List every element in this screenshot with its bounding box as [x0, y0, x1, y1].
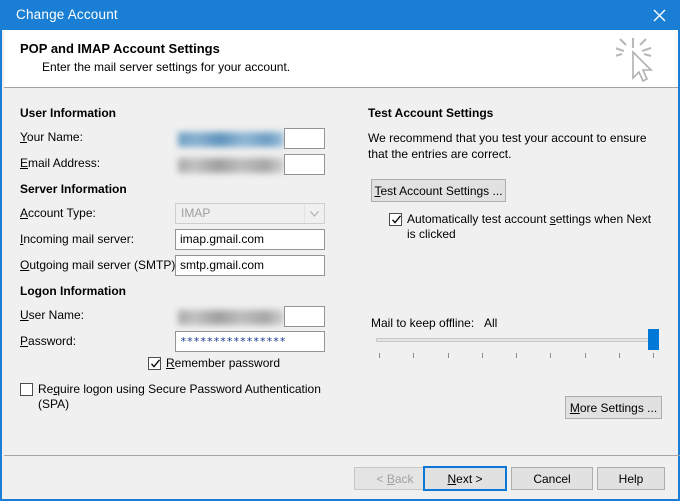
help-button[interactable]: Help	[597, 467, 665, 490]
label-auto-test[interactable]: Automatically test account settings when…	[407, 212, 657, 242]
slider-tick	[550, 353, 552, 358]
section-user-information: User Information	[20, 106, 117, 120]
test-account-settings-label: Test Account Settings ...	[374, 183, 503, 198]
slider-tick	[618, 353, 620, 358]
incoming-mail-server-input[interactable]: imap.gmail.com	[175, 229, 325, 250]
section-test-account-settings: Test Account Settings	[368, 106, 494, 120]
page-title: POP and IMAP Account Settings	[20, 41, 220, 56]
window-title: Change Account	[16, 7, 118, 22]
email-address-input[interactable]	[284, 154, 325, 175]
user-name-input[interactable]	[284, 306, 325, 327]
user-name-redaction	[178, 310, 284, 325]
label-incoming-mail-server: Incoming mail server:	[20, 232, 135, 246]
offline-slider-track[interactable]	[376, 338, 656, 342]
label-require-spa[interactable]: Require logon using Secure Password Auth…	[38, 382, 328, 412]
close-icon	[653, 9, 666, 22]
account-type-value: IMAP	[181, 206, 211, 220]
label-remember-password[interactable]: Remember password	[166, 356, 280, 370]
change-account-dialog: Change Account POP and IMAP Account Sett…	[0, 0, 680, 501]
slider-tick	[584, 353, 586, 358]
mail-to-keep-offline-value: All	[484, 316, 498, 330]
slider-tick	[516, 353, 517, 358]
section-server-information: Server Information	[20, 182, 127, 196]
next-label: Next >	[447, 471, 483, 486]
label-account-type: Account Type:	[20, 206, 96, 220]
label-mail-to-keep-offline: Mail to keep offline:	[371, 316, 475, 330]
help-label: Help	[618, 471, 644, 486]
require-spa-checkbox[interactable]	[20, 383, 33, 396]
chevron-down-icon	[304, 204, 324, 223]
section-logon-information: Logon Information	[20, 284, 126, 298]
label-email-address: Email Address:	[20, 156, 101, 170]
more-settings-label: More Settings ...	[569, 400, 658, 415]
title-bar: Change Account	[2, 0, 680, 30]
auto-test-checkbox[interactable]	[389, 213, 402, 226]
slider-tick	[447, 353, 449, 358]
remember-password-checkbox[interactable]	[148, 357, 161, 370]
outgoing-mail-server-input[interactable]: smtp.gmail.com	[175, 255, 325, 276]
dialog-banner: POP and IMAP Account Settings Enter the …	[4, 30, 678, 88]
back-label: < Back	[376, 471, 414, 486]
label-password: Password:	[20, 334, 77, 348]
slider-tick	[413, 353, 415, 358]
account-type-select[interactable]: IMAP	[175, 203, 325, 224]
your-name-input[interactable]	[284, 128, 325, 149]
label-your-name: Your Name:	[20, 130, 83, 144]
next-button[interactable]: Next >	[423, 466, 507, 491]
cancel-button[interactable]: Cancel	[511, 467, 593, 490]
more-settings-button[interactable]: More Settings ...	[565, 396, 662, 419]
slider-tick	[379, 353, 380, 358]
test-account-description: We recommend that you test your account …	[368, 131, 647, 161]
offline-slider-thumb[interactable]	[648, 329, 659, 350]
cursor-click-icon	[614, 34, 664, 84]
slider-tick	[653, 353, 654, 358]
your-name-redaction	[178, 132, 284, 147]
email-address-redaction	[178, 158, 284, 173]
label-outgoing-mail-server: Outgoing mail server (SMTP):	[20, 258, 179, 272]
page-subtitle: Enter the mail server settings for your …	[42, 60, 291, 74]
test-account-settings-button[interactable]: Test Account Settings ...	[371, 179, 506, 202]
label-user-name: User Name:	[20, 308, 85, 322]
footer-separator	[4, 455, 680, 456]
cancel-label: Cancel	[533, 471, 571, 486]
close-button[interactable]	[636, 0, 680, 30]
dialog-content: User Information Your Name: Email Addres…	[2, 88, 678, 453]
password-input[interactable]: ****************	[175, 331, 325, 352]
slider-tick	[481, 353, 483, 358]
